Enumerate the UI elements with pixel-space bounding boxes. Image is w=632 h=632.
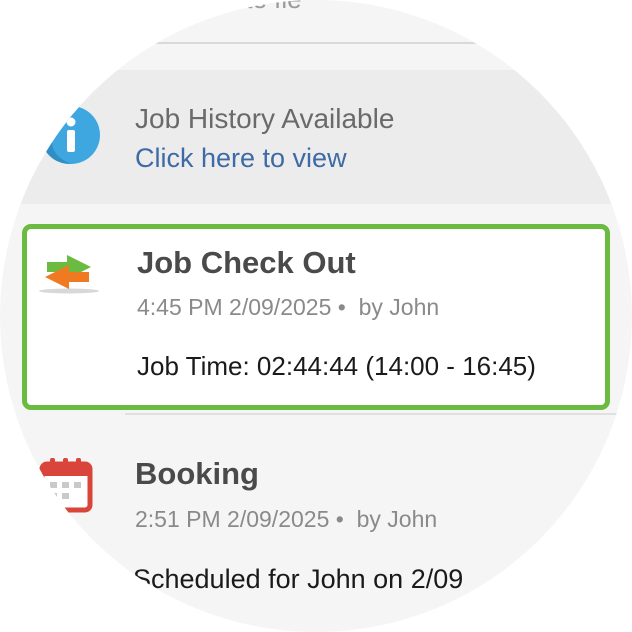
check-out-time: 4:45 PM 2/09/2025 xyxy=(137,294,332,320)
booking-meta: 2:51 PM 2/09/2025 • by John xyxy=(135,506,437,533)
meta-separator: • xyxy=(337,294,346,320)
divider xyxy=(125,413,625,415)
check-out-title: Job Check Out xyxy=(137,245,356,280)
check-out-author: by John xyxy=(358,294,440,320)
check-out-meta: 4:45 PM 2/09/2025 • by John xyxy=(137,294,439,321)
job-history-row[interactable]: Job History Available Click here to view xyxy=(0,70,632,204)
notes-row: Note fie xyxy=(0,0,632,66)
info-icon xyxy=(42,106,100,164)
zoom-circle: Note fie Job History Available Click her… xyxy=(0,0,632,632)
booking-title: Booking xyxy=(135,456,259,491)
check-out-job-time: Job Time: 02:44:44 (14:00 - 16:45) xyxy=(137,351,536,381)
job-check-out-card[interactable]: Job Check Out 4:45 PM 2/09/2025 • by Joh… xyxy=(22,224,610,410)
booking-author: by John xyxy=(356,506,438,532)
notes-partial-text: Note fie xyxy=(212,0,302,15)
meta-separator: • xyxy=(335,506,344,532)
exchange-arrows-icon xyxy=(39,255,99,294)
job-history-title: Job History Available xyxy=(135,103,395,134)
zoom-view: Note fie Job History Available Click her… xyxy=(0,0,632,632)
job-history-link[interactable]: Click here to view xyxy=(135,143,347,174)
booking-row[interactable]: Booking 2:51 PM 2/09/2025 • by John Sche… xyxy=(0,416,632,632)
booking-detail: Scheduled for John on 2/09 xyxy=(133,564,464,594)
divider xyxy=(152,42,477,44)
booking-time: 2:51 PM 2/09/2025 xyxy=(135,506,330,532)
calendar-icon xyxy=(39,458,93,513)
